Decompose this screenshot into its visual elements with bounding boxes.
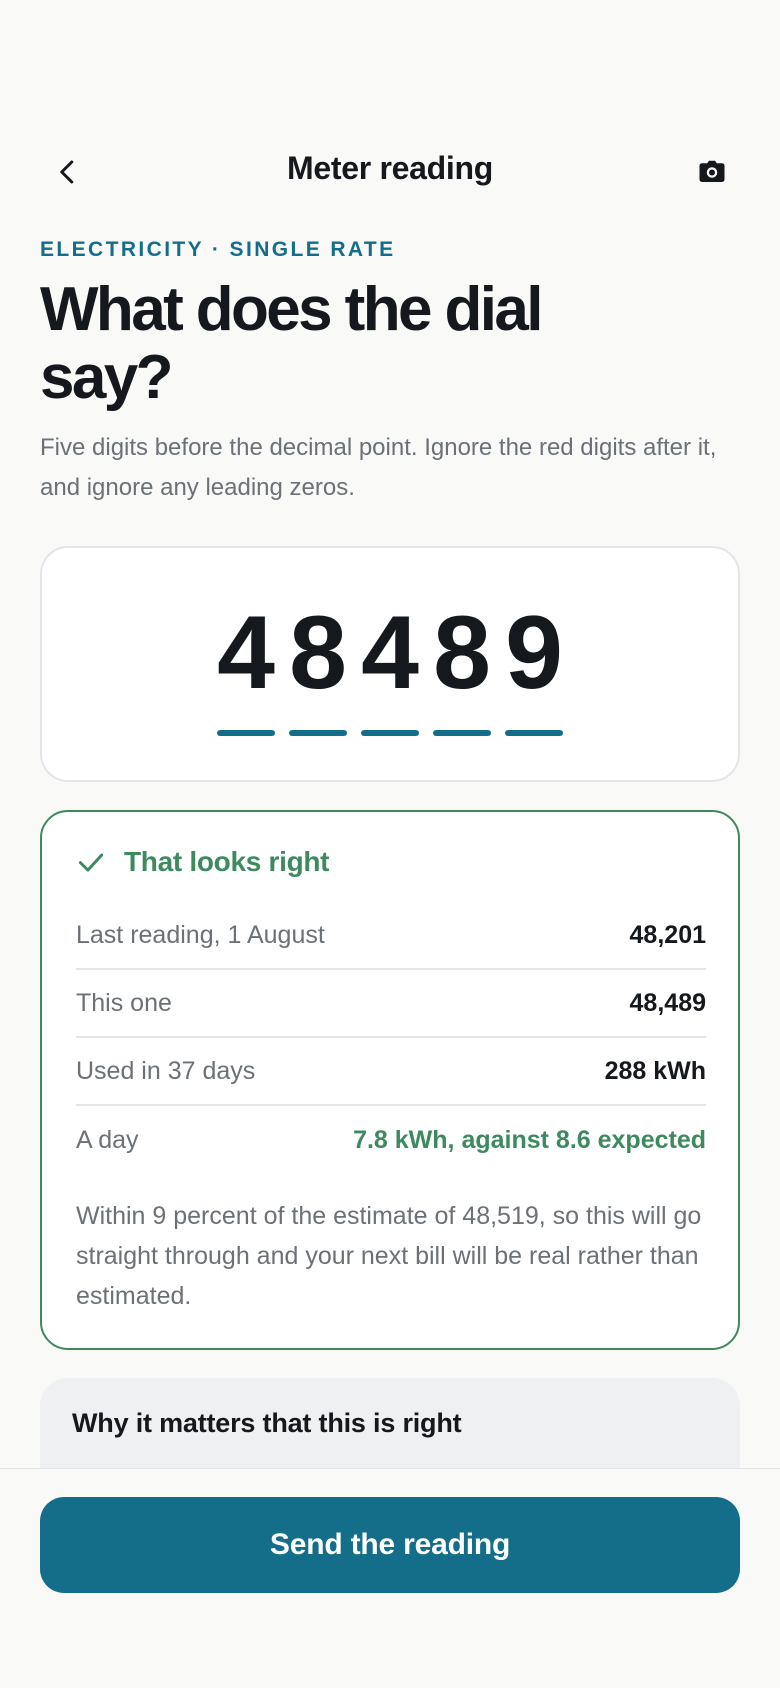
digit-value: 8	[289, 595, 347, 711]
summary-row: Used in 37 days 288 kWh	[76, 1038, 706, 1106]
digit-underline	[361, 730, 419, 736]
summary-value: 48,201	[629, 920, 706, 949]
digit-value: 8	[433, 595, 491, 711]
instructions-text: Five digits before the decimal point. Ig…	[40, 434, 717, 501]
digit-value: 9	[505, 595, 563, 711]
summary-label: Last reading, 1 August	[76, 920, 325, 949]
validation-title: That looks right	[124, 846, 330, 877]
summary-label: Used in 37 days	[76, 1056, 256, 1085]
meter-reading-screen: Meter reading ELECTRICITY · SINGLE RATE …	[0, 0, 780, 1688]
summary-value: 48,489	[629, 988, 706, 1017]
summary-row: A day 7.8 kWh, against 8.6 expected	[76, 1106, 706, 1174]
summary-value: 288 kWh	[604, 1056, 706, 1085]
bottom-action-bar: Send the reading	[0, 1468, 780, 1688]
check-icon	[78, 853, 104, 872]
page-title: Meter reading	[287, 150, 493, 186]
validation-header: That looks right	[76, 846, 330, 878]
digit-underline	[433, 730, 491, 736]
digit-input-4[interactable]: 8	[433, 594, 491, 736]
summary-label: This one	[76, 988, 172, 1017]
summary-label: A day	[76, 1125, 139, 1154]
meter-type-label: ELECTRICITY · SINGLE RATE	[40, 238, 396, 261]
summary-row: This one 48,489	[76, 970, 706, 1038]
digit-underline	[289, 730, 347, 736]
digit-input-1[interactable]: 4	[217, 594, 275, 736]
header: Meter reading	[0, 142, 780, 202]
validation-note: Within 9 percent of the estimate of 48,5…	[76, 1202, 702, 1310]
headline: What does the dial say?	[40, 275, 544, 412]
daily-usage-value: 7.8 kWh, against 8.6 expected	[353, 1125, 706, 1154]
digit-value: 4	[361, 595, 419, 711]
digit-value: 4	[217, 595, 275, 711]
camera-icon	[699, 160, 725, 182]
reading-summary: Last reading, 1 August 48,201 This one 4…	[76, 902, 706, 1174]
camera-button[interactable]	[690, 150, 734, 194]
reading-input-card: 4 8 4 8 9	[40, 546, 740, 782]
digit-row: 4 8 4 8 9	[42, 594, 738, 736]
digit-input-3[interactable]: 4	[361, 594, 419, 736]
validation-card: That looks right Last reading, 1 August …	[40, 810, 740, 1350]
digit-input-5[interactable]: 9	[505, 594, 563, 736]
send-reading-button[interactable]: Send the reading	[40, 1497, 740, 1593]
digit-input-2[interactable]: 8	[289, 594, 347, 736]
summary-row: Last reading, 1 August 48,201	[76, 902, 706, 970]
digit-underline	[217, 730, 275, 736]
digit-underline	[505, 730, 563, 736]
why-title: Why it matters that this is right	[72, 1408, 462, 1438]
